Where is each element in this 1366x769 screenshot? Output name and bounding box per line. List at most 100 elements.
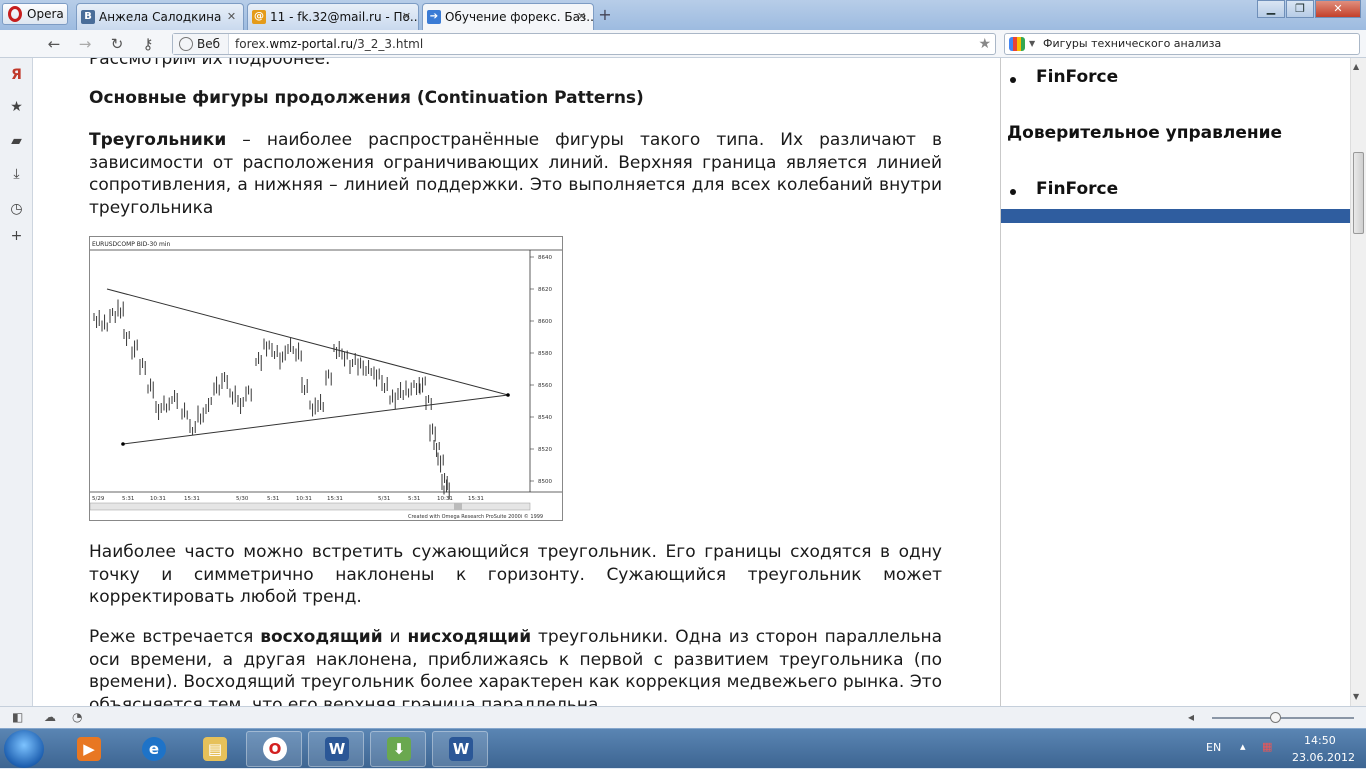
x-tick-label: 10:31 xyxy=(296,496,312,502)
taskbar-explorer[interactable]: ▤ xyxy=(186,731,242,767)
x-tick-label: 5/30 xyxy=(236,496,249,502)
start-button[interactable] xyxy=(4,730,44,768)
google-icon xyxy=(1009,37,1025,51)
windows-taskbar: ▶ e ▤ O W ⬇ W EN ▴ ▦ 14:50 23.06.2012 xyxy=(0,728,1366,768)
right-sidebar: FinForce Доверительное управление FinFor… xyxy=(1000,58,1350,706)
chart-svg: EURUSDCOMP BID-30 min Created with Omega… xyxy=(89,241,562,520)
chevron-down-icon[interactable]: ▼ xyxy=(1029,34,1035,54)
close-tab-icon[interactable]: ✕ xyxy=(225,10,238,23)
downloads-icon[interactable]: ⤓ xyxy=(8,166,25,183)
bullet-icon xyxy=(1010,77,1016,83)
maximize-button[interactable]: ❐ xyxy=(1286,0,1314,18)
paragraph-symmetric: Наиболее часто можно встретить сужающийс… xyxy=(89,542,942,607)
scroll-up-icon[interactable]: ▲ xyxy=(1353,62,1359,71)
close-tab-icon[interactable]: ✕ xyxy=(575,10,588,23)
clock-time[interactable]: 14:50 xyxy=(1304,734,1336,747)
search-field[interactable]: ▼ Фигуры технического анализа xyxy=(1004,33,1360,55)
mailru-icon: @ xyxy=(252,10,266,24)
zoom-slider[interactable] xyxy=(1212,712,1354,723)
yandex-icon[interactable]: Я xyxy=(8,67,25,84)
notes-icon[interactable]: ▰ xyxy=(8,133,25,150)
speed-dial-icon[interactable]: ◔ xyxy=(72,710,82,724)
term-descending: нисходящий xyxy=(407,627,532,647)
x-tick-label: 5:31 xyxy=(408,496,420,502)
y-tick-label: 8560 xyxy=(538,383,552,389)
sidebar-link-finforce-2[interactable]: FinForce xyxy=(1036,179,1118,199)
language-indicator[interactable]: EN xyxy=(1206,741,1221,754)
scroll-down-icon[interactable]: ▼ xyxy=(1353,692,1359,701)
panel-toggle-icon[interactable]: ◧ xyxy=(12,710,23,724)
page-icon: ➔ xyxy=(427,10,441,24)
p3-text-a: Реже встречается xyxy=(89,627,261,647)
download-manager-icon: ⬇ xyxy=(387,737,411,761)
web-label: Веб xyxy=(197,37,221,51)
system-tray: EN ▴ ▦ 14:50 23.06.2012 xyxy=(1186,729,1366,769)
word-icon: W xyxy=(325,737,349,761)
cloud-icon[interactable]: ☁ xyxy=(44,710,56,724)
bookmark-star-icon[interactable]: ★ xyxy=(978,34,991,54)
p3-text-c: и xyxy=(382,627,408,647)
opera-menu-label: Opera xyxy=(27,7,64,21)
sidebar-link-finforce-1[interactable]: FinForce xyxy=(1036,67,1118,87)
y-tick-label: 8540 xyxy=(538,415,552,421)
taskbar-word-1[interactable]: W xyxy=(308,731,364,767)
bookmarks-star-icon[interactable]: ★ xyxy=(8,99,25,116)
web-badge[interactable]: Веб xyxy=(173,34,229,54)
word-doc-icon: W xyxy=(449,737,473,761)
history-clock-icon[interactable]: ◷ xyxy=(8,201,25,218)
tab-mail[interactable]: @ 11 - fk.32@mail.ru - По... ✕ xyxy=(247,3,419,30)
new-tab-button[interactable]: + xyxy=(596,6,614,24)
sidebar-blue-bar xyxy=(1001,209,1350,223)
tab-forex[interactable]: ➔ Обучение форекс. Баз... ✕ xyxy=(422,3,594,31)
y-tick-label: 8520 xyxy=(538,447,552,453)
section-heading: Основные фигуры продолжения (Continuatio… xyxy=(89,88,644,108)
tab-title: Обучение форекс. Баз... xyxy=(445,10,594,24)
term-ascending: восходящий xyxy=(260,627,383,647)
x-tick-label: 15:31 xyxy=(468,496,484,502)
taskbar-media-player[interactable]: ▶ xyxy=(60,731,116,767)
close-tab-icon[interactable]: ✕ xyxy=(400,10,413,23)
y-tick-label: 8620 xyxy=(538,287,552,293)
taskbar-word-2[interactable]: W xyxy=(432,731,488,767)
y-tick-label: 8600 xyxy=(538,319,552,325)
side-panel: Я ★ ▰ ⤓ ◷ + xyxy=(0,58,33,706)
scroll-thumb[interactable] xyxy=(1353,152,1364,234)
zoom-slider-handle[interactable] xyxy=(1270,712,1281,723)
taskbar-opera[interactable]: O xyxy=(246,731,302,767)
zoom-out-icon[interactable]: ◂ xyxy=(1188,710,1194,724)
close-window-button[interactable]: ✕ xyxy=(1315,0,1361,18)
clock-date[interactable]: 23.06.2012 xyxy=(1292,751,1355,764)
x-tick-label: 5/31 xyxy=(378,496,390,502)
minimize-button[interactable]: ▁ xyxy=(1257,0,1285,18)
x-tick-label: 5:31 xyxy=(267,496,279,502)
taskbar-download[interactable]: ⬇ xyxy=(370,731,426,767)
bullet-icon xyxy=(1010,189,1016,195)
address-bar[interactable]: Веб forex.wmz-portal.ru/3_2_3.html ★ xyxy=(172,33,996,55)
tab-vk[interactable]: В Анжела Салодкина ✕ xyxy=(76,3,244,30)
browser-window: Opera В Анжела Салодкина ✕ @ 11 - fk.32@… xyxy=(0,0,1366,728)
y-tick-label: 8500 xyxy=(538,479,552,485)
media-player-icon: ▶ xyxy=(77,737,101,761)
status-bar: ◧ ☁ ◔ ◂ xyxy=(0,706,1366,728)
tab-title: 11 - fk.32@mail.ru - По... xyxy=(270,10,419,24)
add-panel-icon[interactable]: + xyxy=(8,228,25,245)
x-tick-label: 10:31 xyxy=(437,496,453,502)
vertical-scrollbar[interactable]: ▲ ▼ xyxy=(1350,58,1366,706)
url-text[interactable]: forex.wmz-portal.ru/3_2_3.html xyxy=(235,34,423,54)
apex-point xyxy=(506,393,510,397)
reload-icon[interactable]: ↻ xyxy=(107,35,127,53)
forward-icon[interactable]: → xyxy=(75,35,95,53)
network-icon[interactable]: ▦ xyxy=(1262,740,1272,753)
opera-menu-button[interactable]: Opera xyxy=(2,3,68,25)
back-icon[interactable]: ← xyxy=(44,35,64,53)
x-tick-label: 15:31 xyxy=(327,496,343,502)
taskbar-ie[interactable]: e xyxy=(125,731,181,767)
y-tick-label: 8640 xyxy=(538,255,552,261)
tray-arrow-icon[interactable]: ▴ xyxy=(1240,740,1246,753)
support-start-point xyxy=(121,442,125,446)
vk-icon: В xyxy=(81,10,95,24)
key-icon[interactable]: ⚷ xyxy=(138,35,158,53)
url-path: /3_2_3.html xyxy=(353,37,424,51)
term-triangles: Треугольники xyxy=(89,130,227,150)
folder-icon: ▤ xyxy=(203,737,227,761)
